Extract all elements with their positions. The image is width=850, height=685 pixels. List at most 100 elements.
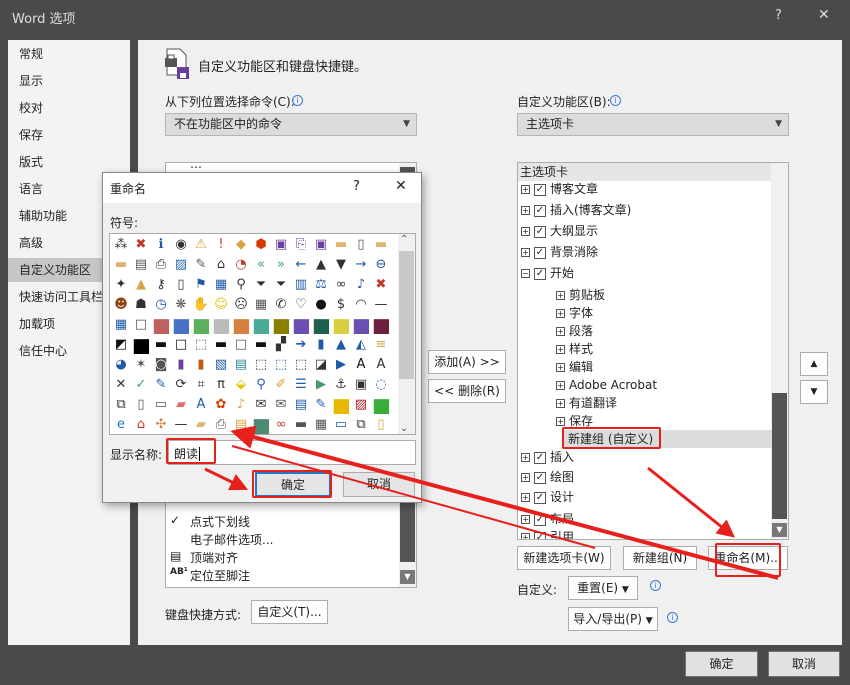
symbol-icon[interactable]: ◆ <box>232 236 250 254</box>
checkbox[interactable]: ✓ <box>534 225 546 238</box>
symbol-icon[interactable]: ◌ <box>372 376 390 394</box>
scroll-down-icon[interactable]: ⌄ <box>400 423 408 434</box>
symbol-icon[interactable]: ▲ <box>132 276 150 294</box>
scroll-down-icon[interactable]: ▼ <box>400 570 415 584</box>
info-icon[interactable]: i <box>292 95 303 106</box>
symbol-icon[interactable]: ♪ <box>232 396 250 414</box>
symbol-icon[interactable]: ⧉ <box>112 396 130 414</box>
symbol-icon[interactable]: ▣ <box>312 236 330 254</box>
symbol-icon[interactable]: ℹ <box>152 236 170 254</box>
symbol-icon[interactable]: ▣ <box>352 376 370 394</box>
symbol-icon[interactable]: ⬙ <box>232 376 250 394</box>
checkbox[interactable]: ✓ <box>534 471 546 484</box>
symbol-icon[interactable]: □ <box>232 336 250 354</box>
expand-icon[interactable]: + <box>556 327 565 336</box>
symbol-icon[interactable]: ▼ <box>332 256 350 274</box>
symbol-icon[interactable]: A <box>192 396 210 414</box>
new-group-button[interactable]: 新建组(N) <box>623 546 697 570</box>
symbol-icon[interactable]: ▤ <box>132 256 150 274</box>
collapse-icon[interactable]: − <box>521 269 530 278</box>
symbol-icon[interactable]: ⁂ <box>112 236 130 254</box>
dialog-help-button[interactable]: ? <box>353 179 360 194</box>
tree-item[interactable]: + ✓ 插入(博客文章) <box>521 201 631 219</box>
symbol-icon[interactable]: ■ <box>232 316 250 334</box>
symbol-icon[interactable]: ➔ <box>292 336 310 354</box>
symbol-icon[interactable]: ▯ <box>372 416 390 434</box>
expand-icon[interactable]: + <box>521 493 530 502</box>
symbol-icon[interactable]: ▲ <box>332 336 350 354</box>
tree-item[interactable]: + ✓ 设计 <box>521 488 574 506</box>
tree-item[interactable]: + 段落 <box>556 322 593 340</box>
symbol-icon[interactable]: ✿ <box>212 396 230 414</box>
symbol-icon[interactable]: ■ <box>252 316 270 334</box>
symbol-icon[interactable]: ▦ <box>312 416 330 434</box>
checkbox[interactable]: ✓ <box>534 531 546 539</box>
sidebar-item[interactable]: 版式 <box>8 150 130 174</box>
symbol-icon[interactable]: ∞ <box>332 276 350 294</box>
symbol-icon[interactable]: ⟳ <box>172 376 190 394</box>
symbol-icon[interactable]: ✉ <box>272 396 290 414</box>
symbol-icon[interactable]: ▮ <box>312 336 330 354</box>
reset-button[interactable]: 重置(E) ▼ <box>568 576 638 600</box>
expand-icon[interactable]: + <box>556 345 565 354</box>
symbol-icon[interactable]: ■ <box>332 316 350 334</box>
symbol-icon[interactable]: ■ <box>332 396 350 414</box>
checkbox[interactable]: ✓ <box>534 451 546 464</box>
symbol-icon[interactable]: ☰ <box>292 376 310 394</box>
checkbox[interactable]: ✓ <box>534 246 546 259</box>
symbol-icon[interactable]: ✎ <box>152 376 170 394</box>
symbol-icon[interactable]: ⚲ <box>232 276 250 294</box>
scroll-down-icon[interactable]: ▼ <box>772 523 787 537</box>
symbol-icon[interactable]: ⌂ <box>132 416 150 434</box>
symbol-icon[interactable]: ⚠ <box>192 236 210 254</box>
expand-icon[interactable]: + <box>521 533 530 539</box>
symbol-icon[interactable]: e <box>112 416 130 434</box>
symbol-icon[interactable]: ▨ <box>352 396 370 414</box>
symbol-icon[interactable]: ⬚ <box>292 356 310 374</box>
symbol-icon[interactable]: ✋ <box>192 296 210 314</box>
symbol-icon[interactable]: ✉ <box>252 396 270 414</box>
new-tab-button[interactable]: 新建选项卡(W) <box>517 546 611 570</box>
expand-icon[interactable]: + <box>556 381 565 390</box>
cancel-button-main[interactable]: 取消 <box>768 651 840 677</box>
expand-icon[interactable]: + <box>521 185 530 194</box>
symbol-icon[interactable]: ✕ <box>112 376 130 394</box>
symbol-icon[interactable]: ▬ <box>372 236 390 254</box>
symbol-icon[interactable]: ✶ <box>132 356 150 374</box>
info-icon[interactable]: i <box>650 580 661 591</box>
symbol-icon[interactable]: ! <box>212 236 230 254</box>
checkbox[interactable]: ✓ <box>534 513 546 526</box>
tree-item[interactable]: + 编辑 <box>556 358 593 376</box>
customize-ribbon-dropdown[interactable]: 主选项卡 ▼ <box>517 113 789 136</box>
symbol-icon[interactable]: ⚓ <box>332 376 350 394</box>
symbol-icon[interactable]: ■ <box>372 396 390 414</box>
tree-item[interactable]: + ✓ 布局 <box>521 510 574 528</box>
symbol-icon[interactable]: ⬢ <box>252 236 270 254</box>
dialog-close-button[interactable]: ✕ <box>395 178 407 194</box>
symbol-icon[interactable]: ■ <box>152 316 170 334</box>
symbol-icon[interactable]: $ <box>332 296 350 314</box>
scrollbar[interactable]: ⌃ ⌄ <box>398 234 415 434</box>
tree-item[interactable]: + 有道翻译 <box>556 394 617 412</box>
symbol-icon[interactable]: ▶ <box>332 356 350 374</box>
symbol-icon[interactable]: ▧ <box>212 356 230 374</box>
symbol-icon[interactable]: ⚲ <box>252 376 270 394</box>
symbol-icon[interactable]: ✎ <box>192 256 210 274</box>
symbol-icon[interactable]: ▭ <box>332 416 350 434</box>
checkbox[interactable]: ✓ <box>534 204 546 217</box>
ribbon-tree[interactable]: 主选项卡 ▼ + ✓ 博客文章 + ✓ 插入(博客文章) + ✓ 大纲显示 + ✓ 背景消除 − ✓ 开始 +… <box>517 162 789 540</box>
symbol-icon[interactable]: ■ <box>192 316 210 334</box>
keyboard-customize-button[interactable]: 自定义(T)... <box>251 600 328 624</box>
tree-item[interactable]: + ✓ 插入 <box>521 448 574 466</box>
symbol-icon[interactable]: ◩ <box>112 336 130 354</box>
symbol-icon[interactable]: ♪ <box>352 276 370 294</box>
tree-item[interactable]: + ✓ 博客文章 <box>521 180 598 198</box>
symbol-icon[interactable]: ☺ <box>212 296 230 314</box>
expand-icon[interactable]: + <box>521 206 530 215</box>
symbol-icon[interactable]: ■ <box>372 316 390 334</box>
symbol-icon[interactable]: □ <box>172 336 190 354</box>
tree-item[interactable]: + 剪贴板 <box>556 286 605 304</box>
symbol-icon[interactable]: ▶ <box>312 376 330 394</box>
symbol-icon[interactable]: ⎙ <box>212 416 230 434</box>
tree-item[interactable]: + ✓ 绘图 <box>521 468 574 486</box>
